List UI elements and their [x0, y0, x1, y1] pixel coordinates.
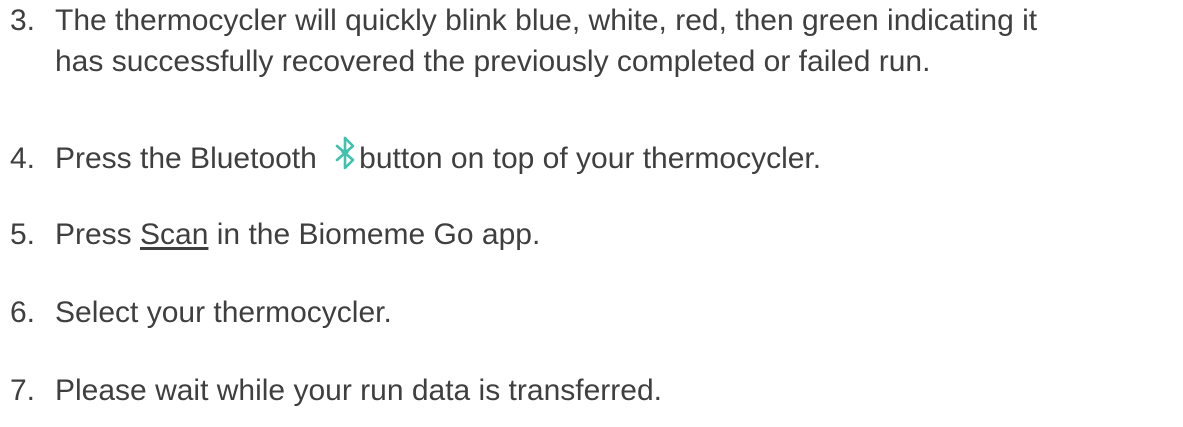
- step-4: 4. Press the Bluetooth button on top of y…: [10, 136, 821, 179]
- step-text: Select your thermocycler.: [55, 296, 392, 329]
- step-number: 6.: [10, 296, 36, 329]
- scan-link[interactable]: Scan: [140, 218, 208, 251]
- step-text-after: in the Biomeme Go app.: [216, 218, 541, 251]
- step-text: The thermocycler will quickly blink blue…: [55, 4, 1038, 37]
- step-text: Please wait while your run data is trans…: [55, 374, 662, 407]
- step-number: 7.: [10, 374, 36, 407]
- step-text-continued: has successfully recovered the previousl…: [55, 45, 931, 78]
- step-6: 6. Select your thermocycler.: [10, 292, 392, 333]
- instruction-steps: 3. The thermocycler will quickly blink bl…: [0, 0, 1183, 427]
- step-number: 3.: [10, 4, 36, 37]
- step-text: Press the Bluetooth: [55, 142, 317, 175]
- step-number: 4.: [10, 142, 36, 175]
- step-text-after: button on top of your thermocycler.: [359, 142, 822, 175]
- bluetooth-icon: [331, 136, 359, 170]
- step-7: 7. Please wait while your run data is tra…: [10, 370, 662, 411]
- step-5: 5. Press Scan in the Biomeme Go app.: [10, 214, 540, 255]
- step-text: Press: [55, 218, 132, 251]
- step-number: 5.: [10, 218, 36, 251]
- step-3: 3. The thermocycler will quickly blink bl…: [10, 0, 1037, 82]
